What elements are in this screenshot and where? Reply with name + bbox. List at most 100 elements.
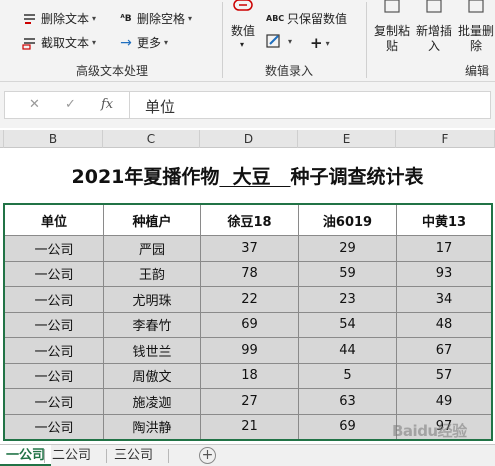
column-headers: B C D E F [0,130,495,148]
header-xudou18[interactable]: 徐豆18 [200,204,299,236]
table-cell[interactable]: 44 [298,337,397,364]
table-cell[interactable]: 一公司 [4,311,104,338]
table-cell[interactable]: 21 [200,413,299,440]
header-unit[interactable]: 单位 [4,204,104,236]
chevron-down-icon: ▾ [188,14,193,23]
table-cell[interactable]: 尤明珠 [103,286,201,313]
table-cell[interactable]: 一公司 [4,337,104,364]
column-header-e[interactable]: E [298,130,396,148]
sheet-tab-3[interactable]: 三公司 [108,445,159,466]
table-row: 一公司 李春竹 69 54 48 [4,311,492,338]
group-divider [222,2,223,78]
more-button[interactable]: → 更多 ▾ [118,34,168,51]
header-zhonghuang13[interactable]: 中黄13 [396,204,492,236]
table-cell[interactable]: 49 [396,388,492,415]
table-cell[interactable]: 5 [298,362,397,389]
chevron-down-icon: ▾ [164,38,169,47]
table-cell[interactable]: 37 [200,235,299,262]
table-header-row: 单位 种植户 徐豆18 油6019 中黄13 [4,204,492,236]
table-cell[interactable]: 69 [298,413,397,440]
table-cell[interactable]: 23 [298,286,397,313]
table-cell[interactable]: 48 [396,311,492,338]
cancel-icon[interactable]: ✕ [29,97,40,112]
chevron-down-icon: ▾ [92,14,97,23]
keep-numeric-icon: ABC [266,13,285,23]
ribbon: 删除文本 ▾ 截取文本 ▾ ᴬB 删除空格 ▾ → 更多 ▾ 高级文本处理 数值… [0,0,495,82]
delete-text-button[interactable]: 删除文本 ▾ [22,10,96,27]
more-label: 更多 [137,36,162,50]
table-row: 一公司 钱世兰 99 44 67 [4,337,492,364]
table-cell[interactable]: 67 [396,337,492,364]
table-cell[interactable]: 陶洪静 [103,413,201,440]
table-cell[interactable]: 一公司 [4,286,104,313]
table-cell[interactable]: 99 [200,337,299,364]
table-cell[interactable]: 钱世兰 [103,337,201,364]
sheet-title[interactable]: 2021年夏播作物 大豆 种子调查统计表 [0,162,495,189]
table-cell[interactable]: 29 [298,235,397,262]
edit-group-label: 编辑 [465,64,490,78]
copy-paste-button[interactable]: 复制粘 贴 [374,0,410,54]
insert-button[interactable]: 新增插 入 [416,0,452,54]
chevron-down-icon[interactable]: ▾ [240,40,244,49]
insert-label-line2: 入 [428,39,441,53]
batch-delete-label-line2: 除 [470,39,483,53]
keep-numeric-button[interactable]: ABC 只保留数值 [266,10,347,27]
table-cell[interactable]: 59 [298,260,397,287]
table-cell[interactable]: 69 [200,311,299,338]
watermark: Baidu经验 [392,422,467,440]
table-cell[interactable]: 34 [396,286,492,313]
table-cell[interactable]: 一公司 [4,362,104,389]
header-grower[interactable]: 种植户 [103,204,201,236]
chevron-down-icon: ▾ [288,36,293,46]
delete-text-label: 删除文本 [41,12,90,26]
group-divider [366,2,367,78]
insert-label-line1: 新增插 [416,24,453,38]
table-cell[interactable]: 78 [200,260,299,287]
copy-paste-label-line2: 贴 [386,39,399,53]
function-icon[interactable]: fx [101,97,113,112]
sheet-tab-2[interactable]: 二公司 [46,445,97,466]
table-cell[interactable]: 27 [200,388,299,415]
add-sheet-icon[interactable]: + [199,447,216,464]
column-header-f[interactable]: F [396,130,495,148]
extract-text-label: 截取文本 [41,36,90,50]
table-cell[interactable]: 54 [298,311,397,338]
delete-space-icon: ᴬB [120,13,132,24]
plus-button[interactable]: + ▾ [310,34,330,52]
table-cell[interactable]: 严园 [103,235,201,262]
column-header-b[interactable]: B [4,130,103,148]
form-icon [266,34,282,48]
sheet-tabs: 一公司 二公司 三公司 + [0,444,495,466]
table-row: 一公司 王韵 78 59 93 [4,260,492,287]
formula-input[interactable]: 单位 [145,96,175,117]
delete-space-label: 删除空格 [137,12,186,26]
table-cell[interactable]: 一公司 [4,413,104,440]
column-header-c[interactable]: C [103,130,200,148]
table-cell[interactable]: 93 [396,260,492,287]
confirm-icon[interactable]: ✓ [65,97,76,112]
survey-table: 单位 种植户 徐豆18 油6019 中黄13 一公司 严园 37 29 17 一公司 王韵… [3,203,493,441]
header-you6019[interactable]: 油6019 [298,204,397,236]
column-header-d[interactable]: D [200,130,298,148]
table-cell[interactable]: 22 [200,286,299,313]
form-button[interactable]: ▾ [266,34,292,48]
table-row: 一公司 周傲文 18 5 57 [4,362,492,389]
extract-text-button[interactable]: 截取文本 ▾ [22,34,96,51]
table-cell[interactable]: 一公司 [4,260,104,287]
table-cell[interactable]: 一公司 [4,388,104,415]
table-cell[interactable]: 63 [298,388,397,415]
table-cell[interactable]: 周傲文 [103,362,201,389]
plus-label: + [310,34,323,52]
batch-delete-icon [468,0,484,13]
table-cell[interactable]: 17 [396,235,492,262]
table-cell[interactable]: 王韵 [103,260,201,287]
table-cell[interactable]: 一公司 [4,235,104,262]
table-cell[interactable]: 施凌迦 [103,388,201,415]
table-cell[interactable]: 57 [396,362,492,389]
batch-delete-button[interactable]: 批量删 除 [458,0,494,54]
table-cell[interactable]: 18 [200,362,299,389]
table-cell[interactable]: 李春竹 [103,311,201,338]
delete-space-button[interactable]: ᴬB 删除空格 ▾ [118,10,192,27]
numeric-button[interactable]: 数值 [228,0,258,39]
data-entry-group-label: 数值录入 [265,64,314,78]
